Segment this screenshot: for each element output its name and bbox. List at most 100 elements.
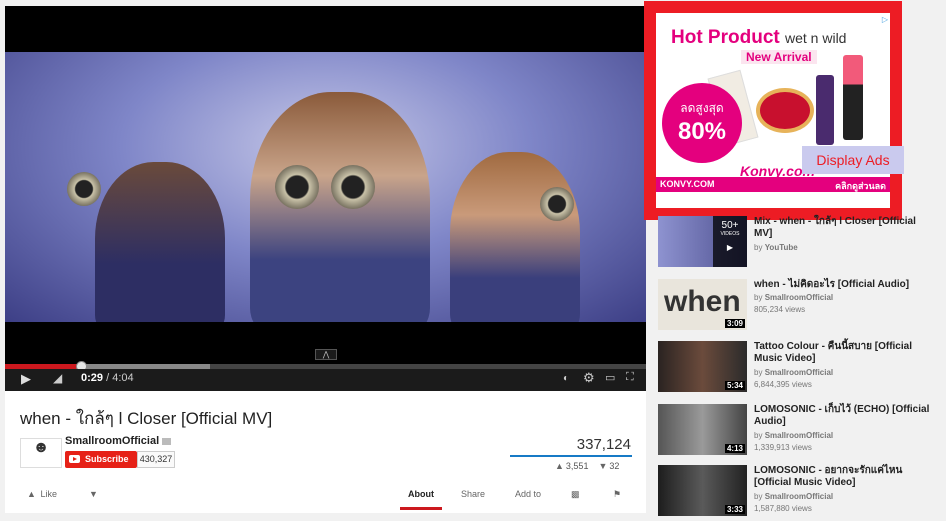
ad-product-bottle bbox=[816, 75, 834, 145]
video-duration: 5:34 bbox=[724, 381, 745, 390]
related-thumbnail[interactable]: when 3:09 bbox=[658, 279, 747, 330]
time-current: 0:29 bbox=[81, 372, 104, 384]
video-duration: 4:13 bbox=[724, 444, 745, 453]
display-ads-annotation: Display Ads bbox=[802, 146, 904, 174]
related-title[interactable]: Tattoo Colour - คืนนี้สบาย [Official Mus… bbox=[754, 341, 934, 365]
ad-headline: Hot Product wet n wild bbox=[671, 27, 846, 49]
video-player[interactable]: ⋀ ▶ ◢ 0:29 / 4:04 ◐ ⚙ ▭ ⛶ bbox=[5, 6, 646, 391]
ad-choices-icon[interactable]: ▷ bbox=[882, 15, 888, 24]
like-icon: ▲ bbox=[27, 489, 36, 499]
related-thumbnail[interactable]: 3:33 bbox=[658, 465, 747, 516]
ad-discount-label: ลดสูงสุด bbox=[680, 101, 724, 115]
time-separator: / bbox=[106, 372, 110, 384]
related-video-item[interactable]: when 3:09 when - ไม่คิดอะไร [Official Au… bbox=[658, 279, 938, 335]
subscribe-label: Subscribe bbox=[85, 454, 129, 464]
like-button[interactable]: ▲ Like bbox=[27, 489, 57, 499]
related-video-item[interactable]: 5:34 Tattoo Colour - คืนนี้สบาย [Officia… bbox=[658, 341, 938, 397]
related-views: 1,339,913 views bbox=[754, 443, 812, 452]
dislike-button[interactable]: ▼ bbox=[89, 489, 100, 499]
time-total: 4:04 bbox=[112, 372, 134, 384]
like-count: 3,551 bbox=[565, 461, 589, 471]
video-person-left bbox=[95, 162, 225, 322]
ad-product-compact bbox=[756, 88, 814, 133]
related-thumbnail[interactable]: 5:34 bbox=[658, 341, 747, 392]
sentiment-bar bbox=[510, 455, 632, 457]
tab-share[interactable]: Share bbox=[461, 489, 485, 499]
view-count: 337,124 bbox=[576, 436, 631, 453]
video-person-right bbox=[450, 152, 580, 322]
mix-count: 50+ bbox=[721, 220, 739, 231]
related-title[interactable]: when - ไม่คิดอะไร [Official Audio] bbox=[754, 279, 934, 291]
related-title[interactable]: Mix - when - ใกล้ๆ l Closer [Official MV… bbox=[754, 216, 934, 240]
related-by: by bbox=[754, 431, 763, 440]
subscriber-count: 430,327 bbox=[137, 451, 175, 468]
related-title[interactable]: LOMOSONIC - เก็บไว้ (ECHO) [Official Aud… bbox=[754, 404, 934, 428]
video-title: when - ใกล้ๆ l Closer [Official MV] bbox=[20, 409, 273, 428]
related-channel[interactable]: SmallroomOfficial bbox=[765, 492, 833, 501]
settings-icon[interactable]: ⚙ bbox=[583, 370, 595, 386]
likes-row: ▲ 3,551 ▼ 32 bbox=[555, 461, 619, 471]
theater-icon[interactable]: ▭ bbox=[605, 371, 615, 384]
related-views: 805,234 views bbox=[754, 305, 806, 314]
related-thumbnail[interactable]: 50+ VIDEOS ▶ bbox=[658, 216, 747, 267]
dislike-icon: ▼ bbox=[89, 489, 98, 499]
tab-about[interactable]: About bbox=[400, 489, 442, 510]
binoculars-left bbox=[67, 172, 101, 206]
ad-cta[interactable]: คลิกดูส่วนลด bbox=[835, 179, 886, 193]
channel-name-link[interactable]: SmallroomOfficial bbox=[65, 435, 172, 447]
related-by: by bbox=[754, 293, 763, 302]
ad-subheadline: New Arrival bbox=[741, 50, 817, 64]
related-views: 6,844,395 views bbox=[754, 380, 812, 389]
related-by: by bbox=[754, 368, 763, 377]
tab-add-to[interactable]: Add to bbox=[515, 489, 541, 499]
related-views: 1,587,880 views bbox=[754, 504, 812, 513]
ad-footer-bar: KONVY.COM คลิกดูส่วนลด bbox=[656, 177, 890, 192]
related-video-item[interactable]: 4:13 LOMOSONIC - เก็บไว้ (ECHO) [Officia… bbox=[658, 404, 938, 460]
related-channel[interactable]: YouTube bbox=[765, 243, 798, 252]
volume-icon[interactable]: ◢ bbox=[53, 371, 62, 385]
fullscreen-icon[interactable]: ⛶ bbox=[626, 371, 634, 384]
related-channel[interactable]: SmallroomOfficial bbox=[765, 431, 833, 440]
youtube-logo-icon bbox=[69, 455, 80, 463]
verified-icon bbox=[162, 437, 172, 445]
related-byline: by SmallroomOfficial bbox=[754, 367, 833, 379]
play-icon[interactable]: ▶ bbox=[21, 371, 31, 387]
related-video-item[interactable]: 50+ VIDEOS ▶ Mix - when - ใกล้ๆ l Closer… bbox=[658, 216, 938, 272]
related-byline: by SmallroomOfficial bbox=[754, 491, 833, 503]
ad-site: KONVY.COM bbox=[660, 179, 715, 189]
player-controls: ▶ ◢ 0:29 / 4:04 ◐ ⚙ ▭ ⛶ bbox=[5, 369, 646, 391]
thumbs-down-icon: ▼ bbox=[598, 461, 608, 471]
display-ad[interactable]: ▷ Hot Product wet n wild New Arrival ลดส… bbox=[644, 1, 902, 220]
mix-label: VIDEOS bbox=[720, 231, 740, 237]
video-frame[interactable] bbox=[5, 52, 646, 322]
captions-icon[interactable]: ◐ bbox=[563, 373, 569, 384]
flag-icon[interactable]: ⚑ bbox=[613, 489, 621, 500]
dislike-count: 32 bbox=[609, 461, 620, 471]
ad-brand: wet n wild bbox=[785, 30, 847, 46]
related-channel[interactable]: SmallroomOfficial bbox=[765, 368, 833, 377]
related-byline: by SmallroomOfficial bbox=[754, 292, 833, 304]
avatar-icon: ☻ bbox=[32, 439, 50, 456]
binoculars-right bbox=[540, 187, 574, 221]
channel-avatar[interactable]: ☻ bbox=[20, 438, 62, 468]
ad-product-lipstick bbox=[843, 55, 863, 140]
video-info-panel: when - ใกล้ๆ l Closer [Official MV] ☻ Sm… bbox=[5, 391, 646, 513]
like-label: Like bbox=[40, 489, 57, 499]
time-display: 0:29 / 4:04 bbox=[81, 372, 134, 384]
related-channel[interactable]: SmallroomOfficial bbox=[765, 293, 833, 302]
related-title[interactable]: LOMOSONIC - อยากจะรักแค่ไหน [Official Mu… bbox=[754, 465, 934, 489]
video-person-center bbox=[250, 92, 430, 322]
video-duration: 3:09 bbox=[724, 319, 745, 328]
channel-name: SmallroomOfficial bbox=[65, 435, 160, 447]
related-by: by bbox=[754, 243, 763, 252]
mix-play-icon: ▶ bbox=[726, 243, 734, 252]
dislike-count-button[interactable]: ▼ 32 bbox=[598, 461, 619, 471]
binoculars-center-b bbox=[331, 165, 375, 209]
expand-icon[interactable]: ⋀ bbox=[315, 349, 337, 360]
like-count-button[interactable]: ▲ 3,551 bbox=[555, 461, 588, 471]
stats-icon[interactable]: ▩ bbox=[571, 489, 580, 500]
subscribe-button[interactable]: Subscribe bbox=[65, 451, 137, 468]
ad-headline-text: Hot Product bbox=[671, 27, 780, 48]
binoculars-center-a bbox=[275, 165, 319, 209]
related-thumbnail[interactable]: 4:13 bbox=[658, 404, 747, 455]
